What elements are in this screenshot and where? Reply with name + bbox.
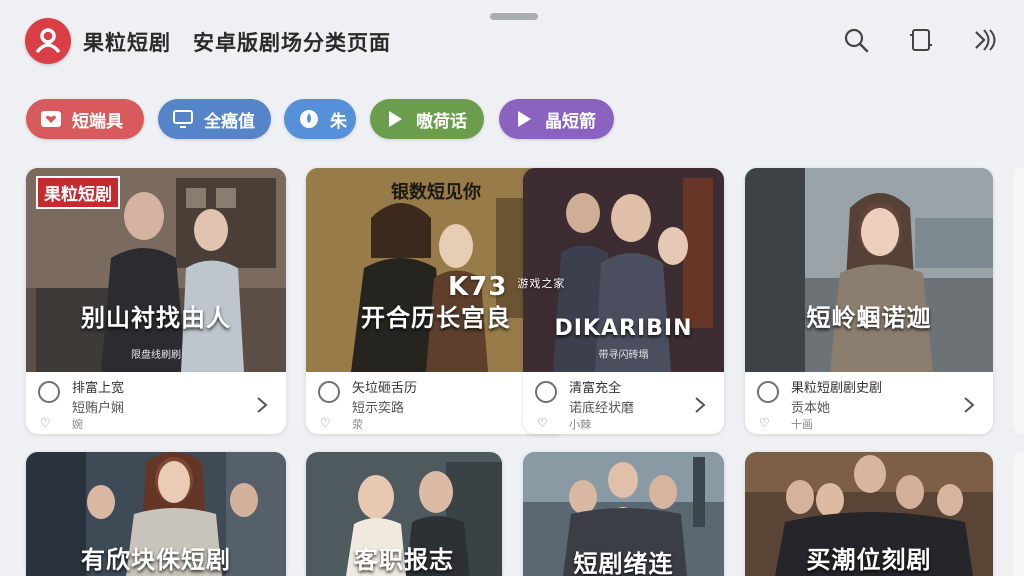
category-label: 短端具 bbox=[72, 111, 123, 132]
card-line-2: 短示奕路 bbox=[352, 401, 405, 416]
drop-icon bbox=[298, 108, 320, 130]
drama-card[interactable]: 短岭蝈诺迦 果粒短剧剧史剧 贡本她 ♡ 十画 bbox=[745, 168, 993, 434]
category-chip-2[interactable]: 朱 bbox=[284, 99, 356, 139]
heart-icon[interactable]: ♡ bbox=[320, 416, 331, 430]
card-line-1: 清富充全 bbox=[569, 381, 622, 396]
heart-icon[interactable]: ♡ bbox=[759, 416, 770, 430]
card-info: 果粒短剧剧史剧 贡本她 ♡ 十画 bbox=[745, 372, 993, 434]
watermark-sub: 游戏之家 bbox=[517, 277, 566, 290]
card-line-1: 果粒短剧剧史剧 bbox=[791, 381, 883, 396]
genre-icon bbox=[38, 381, 60, 403]
card-line-3: 小棘 bbox=[569, 418, 591, 431]
card-line-2: 短贿户娴 bbox=[72, 401, 125, 416]
chevron-right-icon[interactable] bbox=[694, 396, 706, 418]
drama-card[interactable]: 果粒短剧 别山衬找由人 限盘线刷刷 排富上宽 短贿户娴 ♡ 婉 bbox=[26, 168, 286, 434]
poster-image: 有欣块侏短剧 bbox=[26, 452, 286, 576]
search-icon[interactable] bbox=[840, 24, 872, 56]
poster-image: 客职报志 bbox=[306, 452, 502, 576]
card-line-2: 贡本她 bbox=[791, 401, 831, 416]
poster-title: DIKARIBIN bbox=[554, 316, 693, 341]
play-icon bbox=[384, 108, 406, 130]
card-info: 清富充全 诺底经状磨 ♡ 小棘 bbox=[523, 372, 724, 434]
forward-icon[interactable] bbox=[970, 24, 1002, 56]
category-chip-3[interactable]: 嗷荷话 bbox=[370, 99, 484, 139]
poster-tag: 果粒短剧 bbox=[36, 176, 120, 209]
card-line-3: 婉 bbox=[72, 418, 83, 431]
card-line-2: 诺底经状磨 bbox=[569, 401, 635, 416]
heart-icon[interactable]: ♡ bbox=[537, 416, 548, 430]
app-logo-icon bbox=[25, 18, 71, 64]
category-chip-0[interactable]: 短端具 bbox=[26, 99, 144, 139]
drama-card[interactable]: 有欣块侏短剧 bbox=[26, 452, 286, 576]
poster-image: 短剧绪连 bbox=[523, 452, 724, 576]
card-line-3: 十画 bbox=[791, 418, 813, 431]
top-bar: 果粒短剧 安卓版剧场分类页面 bbox=[0, 0, 1024, 80]
poster-image: 短岭蝈诺迦 bbox=[745, 168, 993, 372]
drama-card[interactable]: 短剧绪连 bbox=[523, 452, 724, 576]
poster-image: DIKARIBIN 带寻闪砖塌 bbox=[523, 168, 724, 372]
watermark-main: K73 bbox=[448, 272, 508, 302]
next-card-peek[interactable] bbox=[1014, 452, 1024, 576]
poster-title: 有欣块侏短剧 bbox=[81, 546, 231, 574]
next-card-peek[interactable] bbox=[1014, 168, 1024, 434]
cast-icon[interactable] bbox=[905, 24, 937, 56]
genre-icon bbox=[318, 381, 340, 403]
play-icon bbox=[513, 108, 535, 130]
drama-card[interactable]: 买潮位刻剧 bbox=[745, 452, 993, 576]
category-label: 全癌值 bbox=[204, 111, 255, 132]
poster-title: 短剧绪连 bbox=[573, 550, 674, 576]
category-label: 朱 bbox=[330, 111, 347, 132]
card-line-1: 矢垃砸舌历 bbox=[352, 381, 418, 396]
category-chip-4[interactable]: 晶短箭 bbox=[499, 99, 614, 139]
page-title: 果粒短剧 安卓版剧场分类页面 bbox=[83, 31, 391, 55]
category-chip-1[interactable]: 全癌值 bbox=[158, 99, 271, 139]
card-info: 排富上宽 短贿户娴 ♡ 婉 bbox=[26, 372, 286, 434]
heart-box-icon bbox=[40, 108, 62, 130]
monitor-icon bbox=[172, 108, 194, 130]
poster-title: 短岭蝈诺迦 bbox=[806, 304, 932, 332]
category-label: 嗷荷话 bbox=[416, 111, 467, 132]
genre-icon bbox=[757, 381, 779, 403]
poster-title: 别山衬找由人 bbox=[81, 304, 231, 332]
category-label: 晶短箭 bbox=[545, 111, 596, 132]
heart-icon[interactable]: ♡ bbox=[40, 416, 51, 430]
chevron-right-icon[interactable] bbox=[256, 396, 268, 418]
genre-icon bbox=[535, 381, 557, 403]
poster-subtitle: 限盘线刷刷 bbox=[131, 350, 181, 361]
card-line-1: 排富上宽 bbox=[72, 381, 125, 396]
poster-title: 买潮位刻剧 bbox=[806, 546, 932, 574]
poster-title: 客职报志 bbox=[354, 546, 454, 574]
card-line-3: 荥 bbox=[352, 418, 363, 431]
watermark: K73 游戏之家 bbox=[448, 272, 565, 302]
poster-image: 果粒短剧 别山衬找由人 限盘线刷刷 bbox=[26, 168, 286, 372]
poster-image: 买潮位刻剧 bbox=[745, 452, 993, 576]
chevron-right-icon[interactable] bbox=[963, 396, 975, 418]
poster-subtitle: 带寻闪砖塌 bbox=[598, 350, 649, 361]
drama-card[interactable]: 客职报志 bbox=[306, 452, 502, 576]
